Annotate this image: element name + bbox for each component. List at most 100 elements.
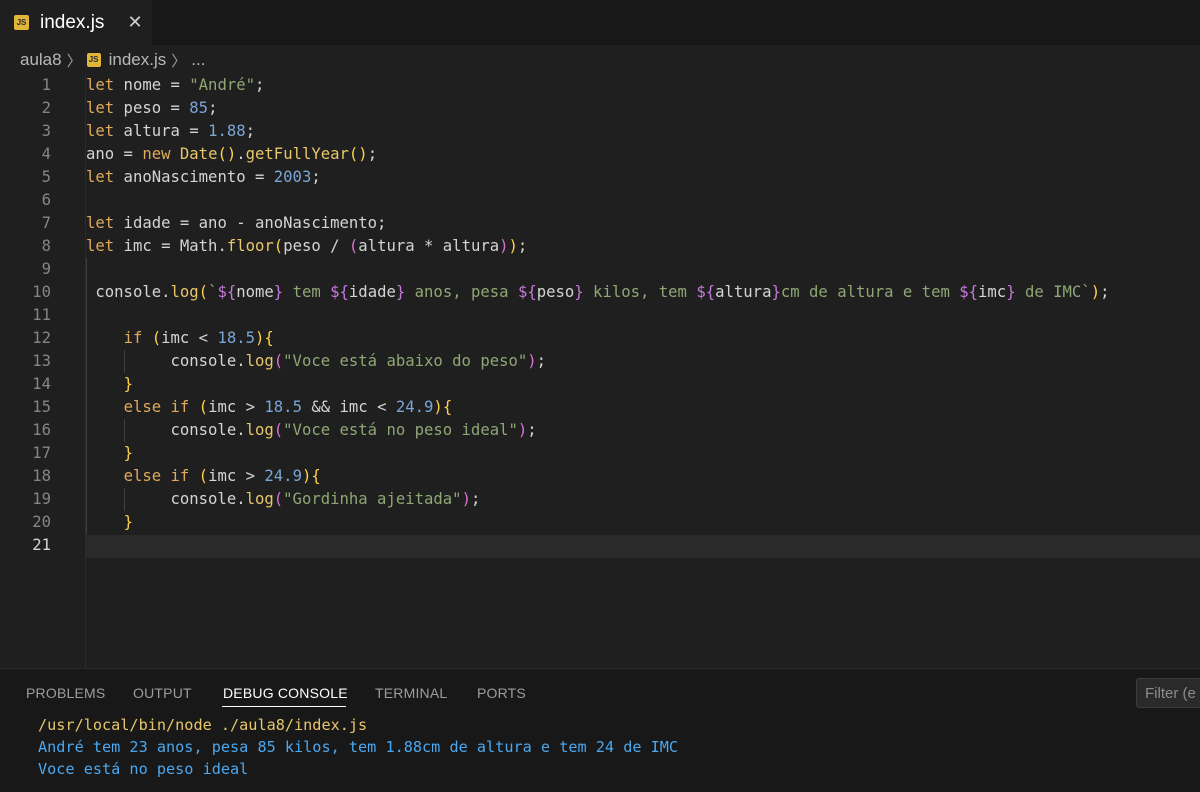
code-token: ;	[311, 168, 321, 186]
breadcrumb-folder[interactable]: aula8	[20, 50, 62, 70]
code-token: ;	[536, 352, 547, 370]
code-token: cm de altura e tem	[780, 283, 960, 301]
breadcrumb-file[interactable]: index.js	[109, 50, 167, 70]
code-token: console.	[86, 352, 246, 370]
code-token: ;	[245, 122, 256, 140]
code-line: console.log("Gordinha ajeitada");	[86, 488, 480, 511]
breadcrumb-more[interactable]: ...	[191, 50, 205, 70]
code-token: "Voce está no peso ideal"	[283, 421, 518, 439]
code-editor[interactable]: 1 2 3 4 5 6 7 8 9 10 11 12 13 14 15 16 17 18 19 20 21 let no…	[0, 74, 1200, 668]
chevron-right-icon: 〉	[171, 52, 187, 70]
tab-terminal[interactable]: TERMINAL	[375, 669, 447, 715]
code-token: }	[273, 283, 284, 301]
line-number: 21	[32, 536, 51, 554]
code-token: }	[574, 283, 584, 301]
console-command-line: /usr/local/bin/node ./aula8/index.js	[38, 716, 368, 734]
console-output-line: Voce está no peso ideal	[38, 760, 249, 778]
code-line: console.log("Voce está no peso ideal");	[86, 419, 536, 442]
close-icon[interactable]: ✕	[125, 10, 145, 34]
line-number: 18	[32, 467, 51, 485]
code-token: )	[461, 490, 471, 508]
code-token: altura	[715, 283, 772, 301]
code-line: console.log("Voce está abaixo do peso");	[86, 350, 546, 373]
code-token: }	[123, 444, 133, 462]
code-token: let	[86, 122, 115, 140]
code-token: ${	[330, 283, 349, 301]
tab-problems[interactable]: PROBLEMS	[26, 669, 105, 715]
line-number: 14	[32, 375, 51, 393]
code-token: console.	[86, 490, 246, 508]
code-token: console.	[86, 421, 246, 439]
code-token: let	[86, 99, 115, 117]
code-token: {	[311, 467, 321, 485]
code-token: }	[395, 283, 406, 301]
code-token: 24.9	[395, 398, 434, 416]
line-number: 17	[32, 444, 51, 462]
code-token: 1.88	[208, 122, 246, 140]
code-token: ${	[959, 283, 979, 301]
line-number-gutter: 1 2 3 4 5 6 7 8 9 10 11 12 13 14 15 16 17 18 19 20 21	[0, 74, 85, 668]
code-token: (	[273, 352, 284, 370]
code-token: {	[264, 329, 274, 347]
code-token: let	[86, 214, 115, 232]
code-token: ${	[696, 283, 716, 301]
code-token: )	[1090, 283, 1101, 301]
code-token: }	[771, 283, 781, 301]
code-line: else if (imc > 18.5 && imc < 24.9){	[86, 396, 453, 419]
code-token: idade	[348, 283, 396, 301]
bottom-panel: PROBLEMS OUTPUT DEBUG CONSOLE TERMINAL P…	[0, 668, 1200, 792]
code-token: console.	[86, 283, 171, 301]
code-token: "Voce está abaixo do peso"	[283, 352, 528, 370]
code-token: nome =	[114, 76, 190, 94]
code-token: (	[348, 237, 359, 255]
code-token: anos, pesa	[405, 283, 518, 301]
code-line: }	[86, 511, 133, 534]
code-token: )	[433, 398, 443, 416]
filter-input[interactable]: Filter (e	[1136, 678, 1200, 708]
code-token: {	[442, 398, 453, 416]
tab-title: index.js	[40, 11, 105, 33]
code-line: if (imc < 18.5){	[86, 327, 274, 350]
current-line-highlight	[86, 535, 1200, 558]
javascript-file-icon: JS	[14, 15, 29, 30]
code-token: }	[123, 513, 133, 531]
active-tab-indicator	[222, 706, 346, 707]
tab-ports[interactable]: PORTS	[477, 669, 526, 715]
line-number: 5	[41, 168, 51, 186]
line-number: 13	[32, 352, 51, 370]
code-token: (	[273, 421, 284, 439]
code-line: let altura = 1.88;	[86, 120, 255, 143]
code-token: )	[301, 467, 312, 485]
code-token: imc = Math.	[114, 237, 227, 255]
code-token: if	[123, 329, 143, 347]
code-token: kilos, tem	[583, 283, 697, 301]
code-token: log	[245, 352, 274, 370]
code-token: .	[236, 145, 246, 163]
tab-index-js[interactable]: JS index.js ✕	[0, 0, 152, 45]
code-token: 24.9	[264, 467, 302, 485]
code-token: log	[170, 283, 199, 301]
code-token: ${	[517, 283, 537, 301]
code-token: (	[198, 398, 209, 416]
code-token: log	[245, 490, 274, 508]
tab-debug-console[interactable]: DEBUG CONSOLE	[223, 669, 348, 715]
code-token: peso	[536, 283, 575, 301]
code-token: ()	[217, 145, 237, 163]
code-token: )	[255, 329, 265, 347]
code-token: getFullYear	[245, 145, 349, 163]
code-token: )	[527, 352, 537, 370]
line-number: 6	[41, 191, 51, 209]
line-number: 20	[32, 513, 51, 531]
code-token: ;	[208, 99, 218, 117]
code-token: let	[86, 168, 115, 186]
code-token: ano =	[86, 145, 143, 163]
code-token: idade = ano - anoNascimento;	[114, 214, 387, 232]
code-token: 18.5	[264, 398, 302, 416]
code-token: let	[86, 237, 115, 255]
tab-output[interactable]: OUTPUT	[133, 669, 192, 715]
